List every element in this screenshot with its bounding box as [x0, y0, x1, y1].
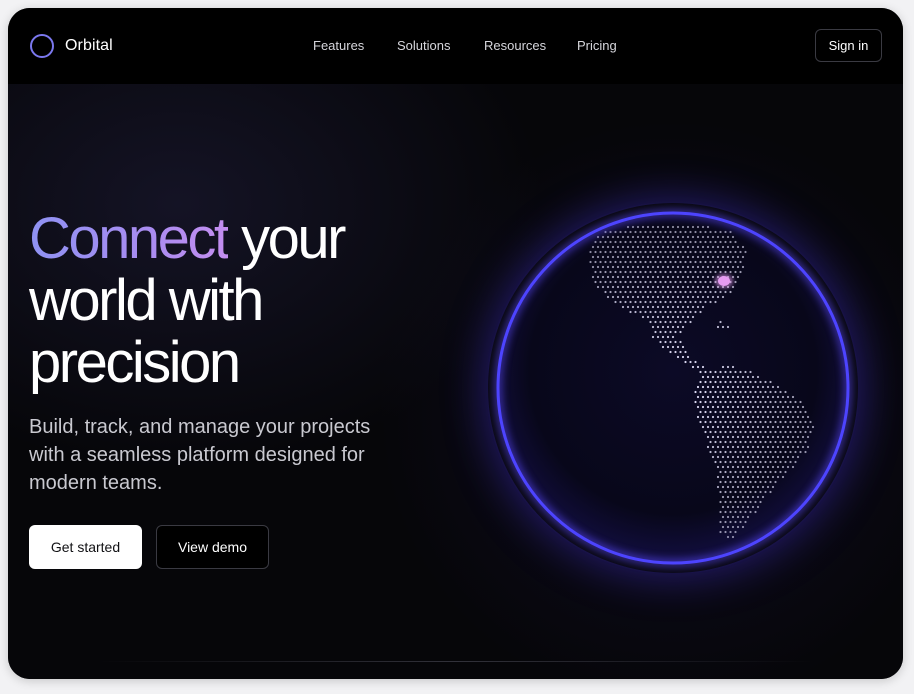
sign-in-button[interactable]: Sign in: [815, 29, 882, 62]
headline-line1-rest: your: [227, 206, 346, 271]
headline-line2: world with: [29, 268, 264, 333]
ring-icon: [30, 34, 54, 58]
nav-link-resources[interactable]: Resources: [484, 38, 546, 53]
nav-link-solutions[interactable]: Solutions: [397, 38, 450, 53]
brand-name: Orbital: [65, 37, 113, 54]
section-divider: [98, 661, 813, 662]
hero-headline: Connect your world with precision: [29, 208, 449, 394]
top-navbar: Orbital Features Solutions Resources Pri…: [8, 8, 903, 84]
view-demo-button[interactable]: View demo: [156, 525, 269, 569]
brand-logo[interactable]: Orbital: [30, 34, 113, 58]
get-started-button[interactable]: Get started: [29, 525, 142, 569]
globe-illustration: [488, 203, 858, 573]
globe-glow: [488, 203, 858, 573]
headline-line3: precision: [29, 330, 241, 395]
hero-subtext: Build, track, and manage your projects w…: [29, 416, 371, 494]
app-window: Orbital Features Solutions Resources Pri…: [8, 8, 903, 679]
headline-accent-word: Connect: [29, 206, 230, 271]
nav-link-features[interactable]: Features: [313, 38, 364, 53]
nav-link-pricing[interactable]: Pricing: [577, 38, 617, 53]
